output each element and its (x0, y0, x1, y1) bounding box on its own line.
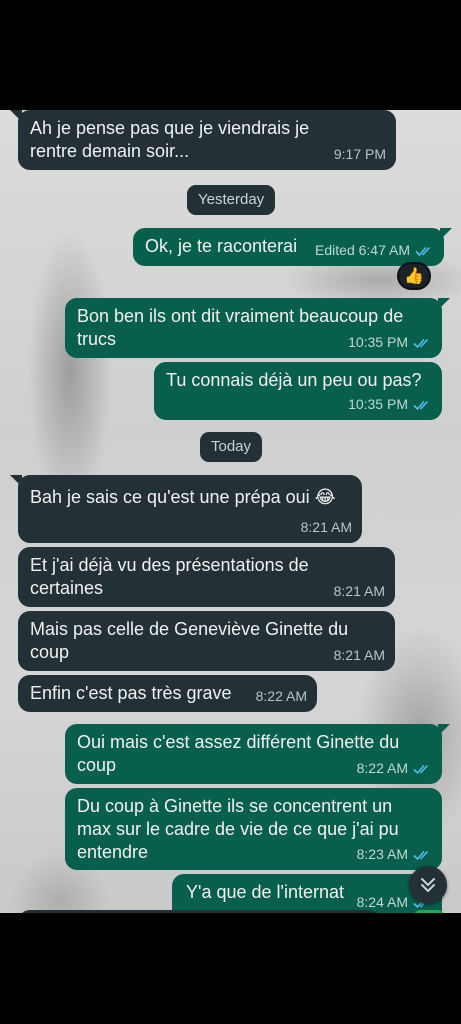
double-check-icon (413, 338, 429, 348)
message-text: Et j'ai déjà vu des présentations de cer… (30, 555, 309, 598)
message-time: 8:23 AM (356, 846, 408, 862)
message-time: 8:21 AM (333, 647, 385, 663)
message-outgoing[interactable]: Tu connais déjà un peu ou pas? 10:35 PM (154, 362, 442, 420)
message-meta: 8:22 AM (256, 685, 307, 708)
message-text: Mais pas celle de Geneviève Ginette du c… (30, 619, 349, 662)
message-meta: 8:21 AM (301, 516, 352, 539)
message-text: Ah je pense pas que je viendrais je rent… (30, 118, 310, 161)
message-outgoing[interactable]: Oui mais c'est assez différent Ginette d… (65, 724, 450, 784)
message-meta: 8:22 AM (357, 757, 432, 780)
date-separator-today: Today (200, 432, 263, 462)
double-check-icon (413, 850, 429, 860)
message-meta: 8:23 AM (357, 843, 432, 866)
reaction-thumbs-up-icon[interactable]: 👍 (397, 262, 431, 290)
message-incoming[interactable]: Et j'ai déjà vu des présentations de cer… (18, 547, 395, 607)
double-check-icon (415, 246, 431, 256)
message-meta: 8:21 AM (334, 644, 385, 667)
message-meta: Edited 6:47 AM (315, 239, 434, 262)
message-incoming[interactable]: Enfin c'est pas très grave 8:22 AM (18, 675, 317, 712)
message-time: Edited 6:47 AM (315, 242, 410, 258)
new-message-indicator (414, 910, 444, 913)
double-check-icon (413, 764, 429, 774)
message-outgoing[interactable]: Y'a que de l'internat 8:24 AM (172, 874, 442, 913)
message-time: 10:35 PM (348, 334, 408, 350)
message-time: 8:22 AM (356, 760, 408, 776)
message-time: 8:21 AM (333, 583, 385, 599)
message-incoming-partial (18, 910, 380, 913)
message-outgoing[interactable]: Ok, je te raconterai Edited 6:47 AM (133, 228, 452, 266)
message-incoming[interactable]: Mais pas celle de Geneviève Ginette du c… (18, 611, 395, 671)
message-time: 9:17 PM (333, 146, 386, 162)
message-meta: 9:17 PM (334, 143, 386, 166)
message-text: Tu connais déjà un peu ou pas? (166, 370, 422, 390)
message-time: 8:21 AM (300, 519, 352, 535)
message-time: 8:22 AM (255, 688, 307, 704)
message-meta: 8:21 AM (334, 580, 385, 603)
date-separator-yesterday: Yesterday (187, 185, 276, 215)
message-meta: 10:35 PM (348, 331, 432, 354)
message-outgoing[interactable]: Bon ben ils ont dit vraiment beaucoup de… (65, 298, 450, 358)
message-incoming[interactable]: Ah je pense pas que je viendrais je rent… (10, 110, 396, 170)
message-meta: 10:35 PM (348, 393, 432, 416)
scroll-to-bottom-button[interactable] (409, 866, 447, 904)
message-time: 10:35 PM (348, 396, 408, 412)
message-text: Bah je sais ce qu'est une prépa oui 😂 (30, 487, 336, 507)
chevron-double-down-icon (421, 878, 435, 892)
chat-area[interactable]: Ah je pense pas que je viendrais je rent… (0, 110, 461, 913)
message-incoming[interactable]: Bah je sais ce qu'est une prépa oui 😂 8:… (10, 475, 362, 543)
message-outgoing[interactable]: Du coup à Ginette ils se concentrent un … (65, 788, 442, 870)
double-check-icon (413, 400, 429, 410)
